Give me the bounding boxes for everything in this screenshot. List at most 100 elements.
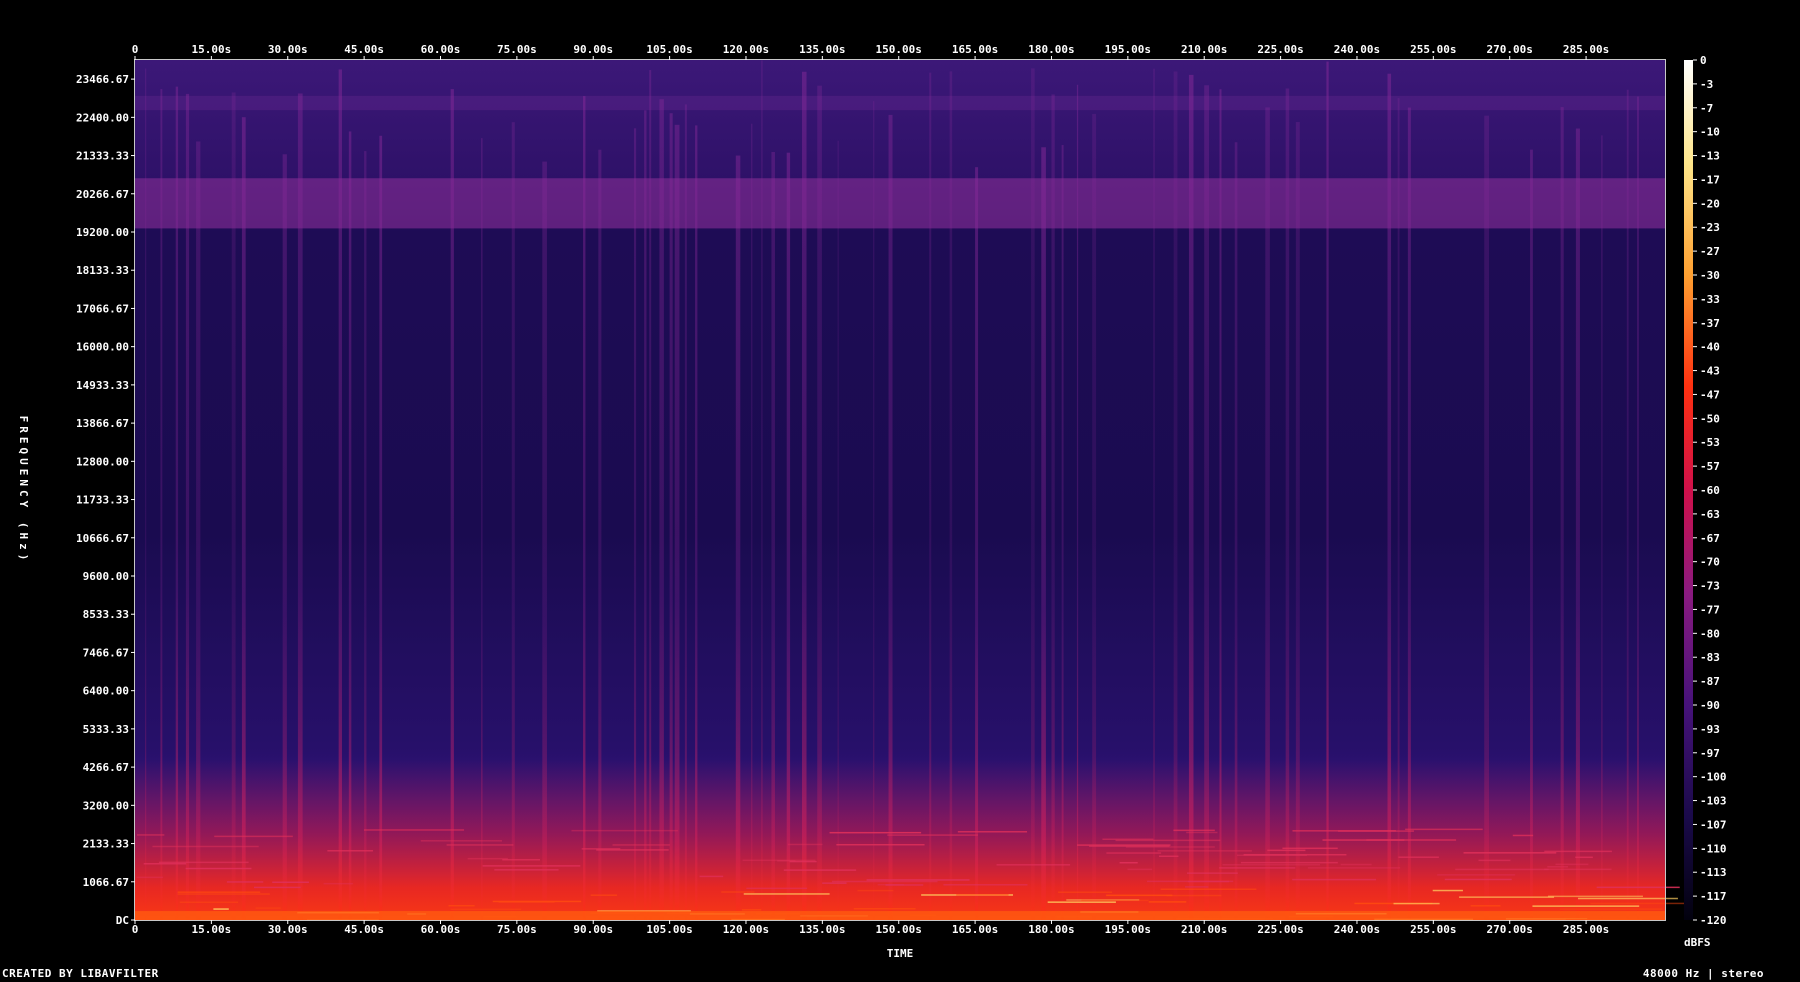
x-tick-label-bottom: 225.00s xyxy=(1257,923,1303,936)
x-axis-bottom: 0 15.00s 30.00s 45.00s 60.00s 75.00s 90.00s 105… xyxy=(132,920,1609,936)
harmonic-streak xyxy=(1544,868,1612,871)
x-tick-label-bottom: 30.00s xyxy=(268,923,308,936)
harmonic-streak xyxy=(179,901,239,904)
y-tick-label: 2133.33 xyxy=(83,838,129,851)
x-tick-label-top: 60.00s xyxy=(421,43,461,56)
transient-column xyxy=(481,138,483,920)
x-tick-label-bottom: 90.00s xyxy=(573,923,613,936)
y-tick-label: 8533.33 xyxy=(83,608,129,621)
transient-column xyxy=(669,113,673,921)
y-axis-label: FREQUENCY (Hz) xyxy=(17,416,30,565)
y-tick-label: DC xyxy=(116,914,129,927)
transient-column xyxy=(837,140,839,920)
colorbar-tick-label: -7 xyxy=(1700,102,1713,115)
harmonic-streak xyxy=(158,861,249,864)
y-tick-label: 23466.67 xyxy=(76,73,129,86)
x-tick-label-top: 225.00s xyxy=(1257,43,1303,56)
harmonic-streak xyxy=(1366,839,1457,841)
harmonic-streak xyxy=(1544,850,1612,853)
harmonic-streak xyxy=(1444,878,1512,881)
x-tick-label-bottom: 210.00s xyxy=(1181,923,1227,936)
transient-column xyxy=(1219,89,1222,921)
colorbar-tick-label: -20 xyxy=(1700,197,1720,210)
colorbar-tick-label: -27 xyxy=(1700,245,1720,258)
y-tick-label: 16000.00 xyxy=(76,341,129,354)
harmonic-streak xyxy=(1575,856,1593,859)
x-tick-label-bottom: 285.00s xyxy=(1563,923,1609,936)
harmonic-streak xyxy=(1532,905,1640,907)
harmonic-streak xyxy=(885,884,924,886)
transient-column xyxy=(975,167,979,920)
colorbar-tick-label: -30 xyxy=(1700,269,1720,282)
harmonic-streak xyxy=(1219,867,1296,869)
transient-column xyxy=(1530,149,1533,921)
harmonic-streak xyxy=(829,831,922,834)
harmonic-streak xyxy=(1184,886,1209,888)
harmonic-streak xyxy=(1127,868,1153,871)
harmonic-streak xyxy=(1186,872,1238,874)
transient-column xyxy=(1153,68,1155,920)
colorbar-tick-label: -47 xyxy=(1700,388,1720,401)
colorbar-tick-label: -67 xyxy=(1700,532,1720,545)
harmonic-streak xyxy=(1267,849,1306,852)
y-tick-label: 10666.67 xyxy=(76,532,129,545)
x-axis-top: 0 15.00s 30.00s 45.00s 60.00s 75.00s 90.00s 105… xyxy=(132,43,1609,60)
harmonic-streak xyxy=(996,864,1071,866)
harmonic-streak xyxy=(1590,902,1687,905)
transient-column xyxy=(1295,122,1300,920)
harmonic-streak xyxy=(450,908,522,911)
colorbar-tick-label: -63 xyxy=(1700,508,1720,521)
transient-column xyxy=(888,114,893,921)
x-tick-label-bottom: 255.00s xyxy=(1410,923,1456,936)
x-tick-label-top: 180.00s xyxy=(1028,43,1074,56)
transient-column xyxy=(949,71,953,921)
harmonic-streak xyxy=(1437,874,1516,876)
x-tick-label-top: 255.00s xyxy=(1410,43,1456,56)
harmonic-streak xyxy=(1455,868,1549,871)
x-axis-label: TIME xyxy=(887,947,914,960)
y-tick-label: 12800.00 xyxy=(76,455,129,468)
harmonic-streak xyxy=(571,829,678,832)
colorbar-tick-label: -93 xyxy=(1700,723,1720,736)
harmonic-streak xyxy=(1463,852,1557,854)
hf-band-upper xyxy=(135,95,1665,111)
x-tick-label-top: 0 xyxy=(132,43,139,56)
harmonic-streak xyxy=(743,893,830,895)
harmonic-streak xyxy=(1292,830,1396,832)
harmonic-streak xyxy=(1058,891,1113,893)
harmonic-streak xyxy=(177,891,261,893)
colorbar-tick-label: -23 xyxy=(1700,221,1720,234)
harmonic-streak xyxy=(1119,861,1138,864)
harmonic-streak xyxy=(1340,863,1372,866)
colorbar-tick-label: -97 xyxy=(1700,747,1720,760)
y-tick-label: 3200.00 xyxy=(83,799,129,812)
colorbar-tick-label: -103 xyxy=(1700,795,1727,808)
x-tick-label-top: 270.00s xyxy=(1487,43,1533,56)
x-tick-label-bottom: 150.00s xyxy=(876,923,922,936)
transient-column xyxy=(695,125,698,920)
harmonic-streak xyxy=(467,857,508,860)
transient-column xyxy=(297,93,303,921)
transient-column xyxy=(282,154,287,921)
harmonic-streak xyxy=(1157,850,1252,852)
harmonic-streak xyxy=(327,850,373,852)
harmonic-streak xyxy=(836,843,925,846)
harmonic-streak xyxy=(1547,866,1568,868)
harmonic-streak xyxy=(1512,834,1534,837)
y-tick-label: 4266.67 xyxy=(83,761,129,774)
harmonic-streak xyxy=(1236,854,1307,857)
harmonic-streak xyxy=(783,869,857,871)
harmonic-streak xyxy=(853,908,916,910)
x-tick-label-top: 30.00s xyxy=(268,43,308,56)
colorbar-tick-label: -120 xyxy=(1700,914,1727,927)
harmonic-streak xyxy=(1405,828,1483,831)
transient-column xyxy=(511,122,515,920)
harmonic-streak xyxy=(253,886,301,889)
transient-column xyxy=(1626,89,1629,921)
transient-column xyxy=(1204,85,1210,920)
x-tick-label-top: 150.00s xyxy=(876,43,922,56)
harmonic-streak xyxy=(143,862,187,865)
harmonic-streak xyxy=(272,881,309,883)
y-tick-label: 18133.33 xyxy=(76,264,129,277)
transient-column xyxy=(196,141,201,920)
